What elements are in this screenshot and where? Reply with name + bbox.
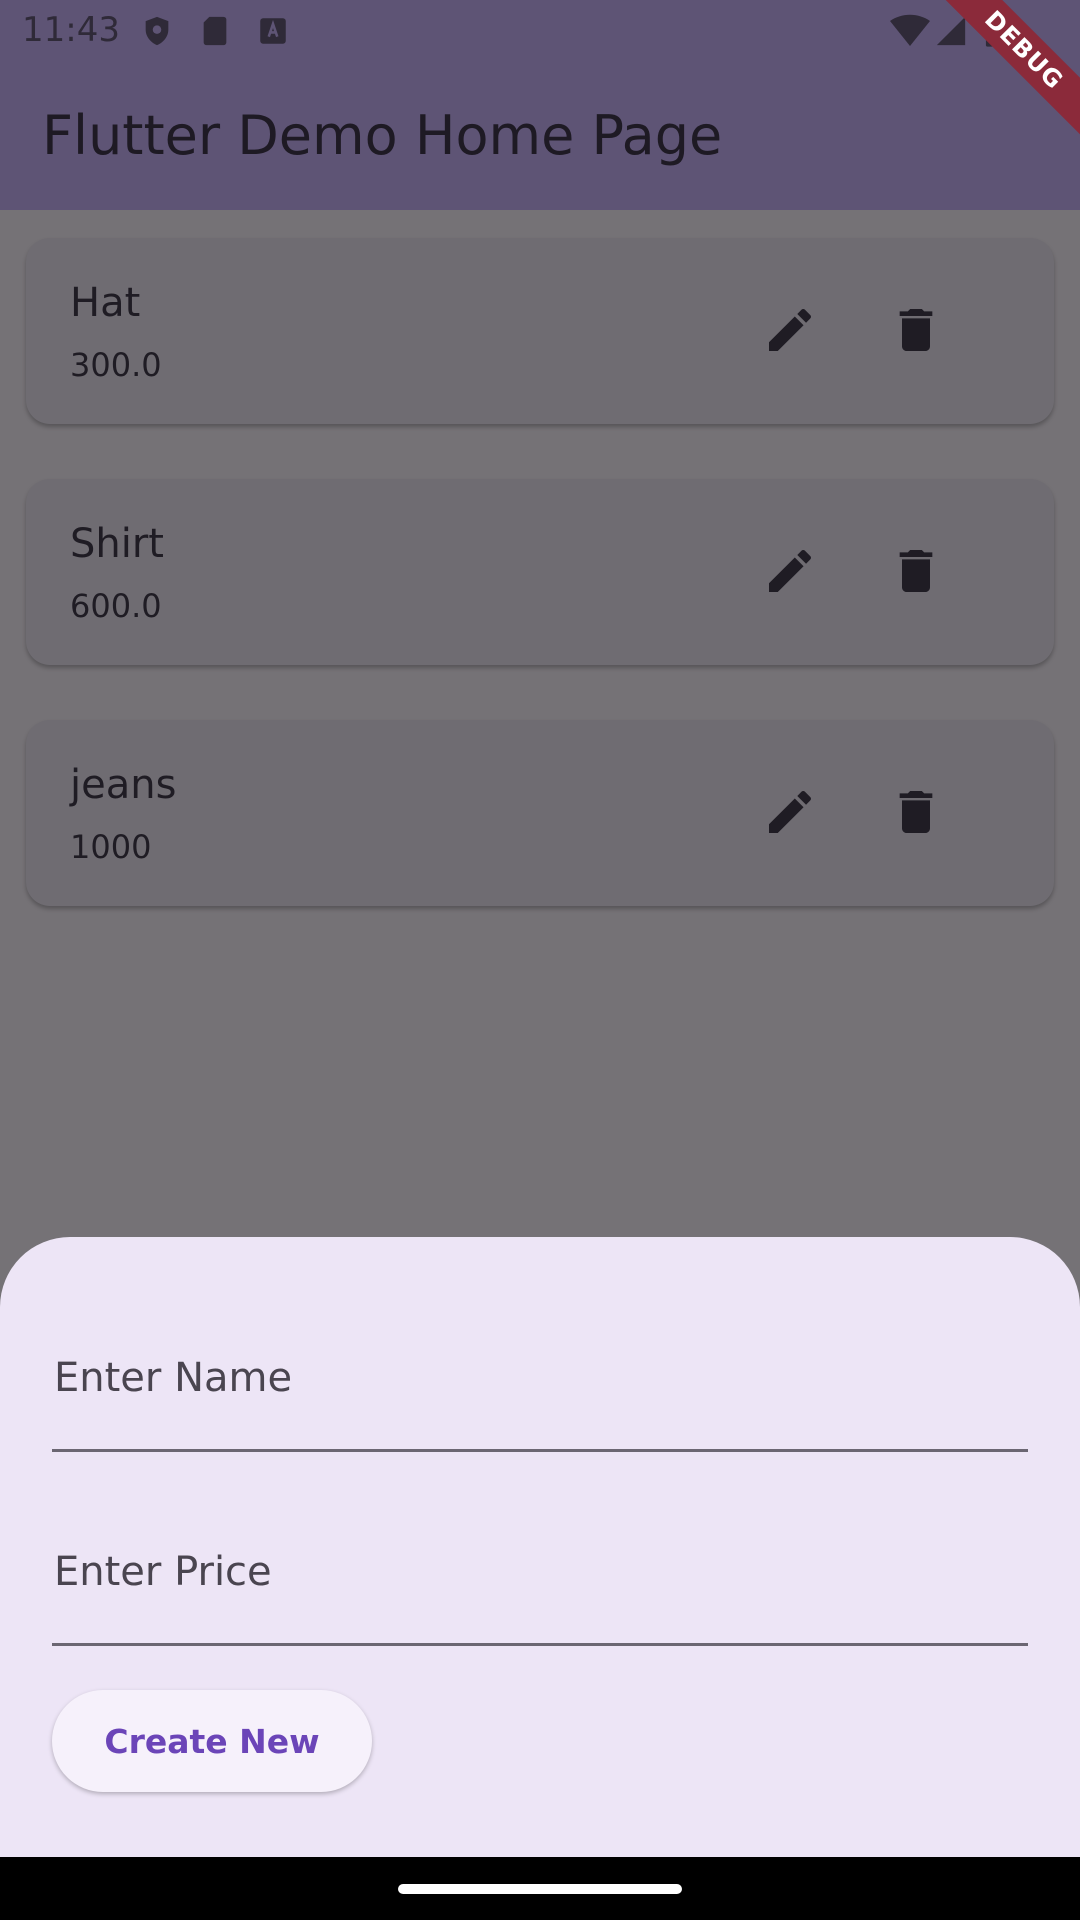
price-field-container	[52, 1539, 1028, 1646]
page-title: Flutter Demo Home Page	[42, 104, 723, 167]
list-item: Hat 300.0	[26, 238, 1054, 424]
delete-button[interactable]	[876, 772, 956, 852]
trash-icon	[899, 309, 933, 351]
signal-icon	[934, 14, 968, 48]
status-time: 11:43	[22, 10, 120, 50]
edit-button[interactable]	[750, 772, 830, 852]
trash-icon	[899, 791, 933, 833]
item-price: 300.0	[70, 346, 162, 384]
edit-button[interactable]	[750, 290, 830, 370]
item-name: jeans	[70, 762, 177, 808]
bottom-sheet: Create New	[0, 1237, 1080, 1857]
delete-button[interactable]	[876, 531, 956, 611]
price-input[interactable]	[52, 1539, 1028, 1646]
delete-button[interactable]	[876, 290, 956, 370]
keyboard-a-icon	[256, 14, 290, 48]
pencil-icon	[769, 790, 812, 833]
sd-card-icon	[198, 14, 232, 48]
item-name: Shirt	[70, 521, 164, 567]
item-name: Hat	[70, 280, 141, 326]
item-price: 1000	[70, 828, 152, 866]
status-bar: 11:43	[0, 0, 1080, 64]
name-input[interactable]	[52, 1345, 1028, 1452]
pencil-icon	[769, 549, 812, 592]
app-bar: Flutter Demo Home Page	[0, 64, 1080, 210]
home-gesture-handle[interactable]	[398, 1884, 682, 1894]
list-item: Shirt 600.0	[26, 479, 1054, 665]
list-item: jeans 1000	[26, 720, 1054, 906]
name-field-container	[52, 1345, 1028, 1452]
shield-icon	[140, 14, 174, 48]
create-new-button[interactable]: Create New	[52, 1690, 372, 1792]
item-price: 600.0	[70, 587, 162, 625]
navigation-bar	[0, 1857, 1080, 1920]
edit-button[interactable]	[750, 531, 830, 611]
trash-icon	[899, 550, 933, 592]
pencil-icon	[769, 308, 812, 351]
wifi-icon	[890, 14, 930, 48]
